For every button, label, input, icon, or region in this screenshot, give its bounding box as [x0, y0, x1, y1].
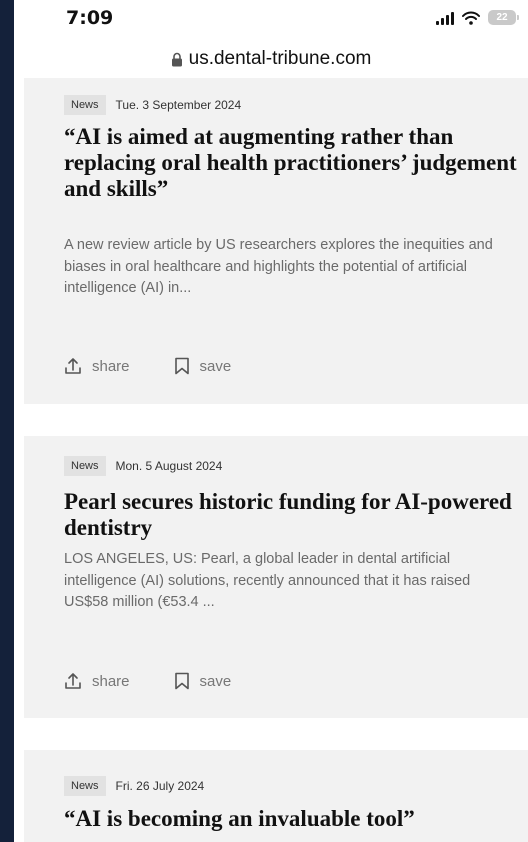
article-actions: share save [64, 672, 231, 690]
save-label: save [199, 672, 232, 690]
phone-screen: 7:09 22 us.dental-tribune.com News Tue. … [14, 0, 528, 842]
article-title[interactable]: Pearl secures historic funding for AI-po… [64, 489, 520, 541]
url-text: us.dental-tribune.com [188, 48, 372, 69]
wifi-icon [462, 11, 480, 25]
article-card[interactable]: News Fri. 26 July 2024 “AI is becoming a… [24, 750, 528, 842]
category-badge[interactable]: News [64, 456, 106, 476]
category-badge[interactable]: News [64, 776, 106, 796]
article-date: Fri. 26 July 2024 [115, 779, 205, 793]
status-icons: 22 [436, 10, 519, 25]
article-meta: News Fri. 26 July 2024 [64, 776, 204, 796]
bookmark-icon [174, 672, 189, 690]
status-time: 7:09 [66, 7, 114, 29]
article-actions: share save [64, 357, 231, 375]
article-meta: News Mon. 5 August 2024 [64, 456, 222, 476]
share-label: share [92, 672, 130, 690]
lock-icon [171, 52, 182, 66]
bookmark-icon [174, 357, 189, 375]
article-title[interactable]: “AI is aimed at augmenting rather than r… [64, 124, 520, 202]
status-bar: 7:09 22 [14, 0, 528, 40]
share-icon [65, 358, 81, 374]
article-card[interactable]: News Mon. 5 August 2024 Pearl secures hi… [24, 436, 528, 718]
category-badge[interactable]: News [64, 95, 106, 115]
share-button[interactable]: share [64, 672, 130, 690]
signal-icon [436, 11, 454, 25]
save-button[interactable]: save [174, 672, 232, 690]
article-date: Mon. 5 August 2024 [115, 459, 223, 473]
share-icon [65, 673, 81, 689]
battery-level: 22 [496, 12, 508, 23]
share-button[interactable]: share [64, 357, 130, 375]
battery-icon: 22 [488, 10, 519, 25]
article-card[interactable]: News Tue. 3 September 2024 “AI is aimed … [24, 78, 528, 404]
article-date: Tue. 3 September 2024 [115, 98, 242, 112]
share-label: share [92, 357, 130, 375]
article-feed[interactable]: News Tue. 3 September 2024 “AI is aimed … [14, 78, 528, 842]
save-button[interactable]: save [174, 357, 232, 375]
article-excerpt: LOS ANGELES, US: Pearl, a global leader … [64, 551, 471, 610]
save-label: save [199, 357, 232, 375]
article-title[interactable]: “AI is becoming an invaluable tool” [64, 806, 520, 832]
article-meta: News Tue. 3 September 2024 [64, 95, 241, 115]
article-excerpt: A new review article by US researchers e… [64, 237, 493, 296]
address-bar[interactable]: us.dental-tribune.com [14, 40, 528, 78]
